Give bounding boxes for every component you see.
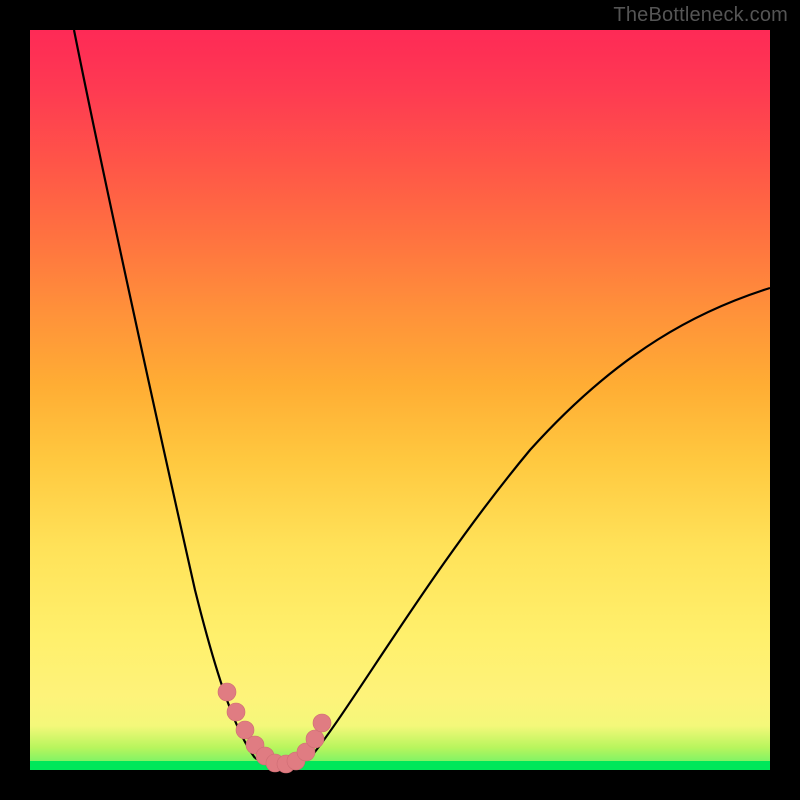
dot (313, 714, 331, 732)
dot (218, 683, 236, 701)
curve-left-branch (74, 30, 255, 758)
dot (227, 703, 245, 721)
curve-right-branch (310, 288, 770, 758)
plot-area (30, 30, 770, 770)
watermark-text: TheBottleneck.com (613, 4, 788, 27)
dot (306, 730, 324, 748)
chart-frame: TheBottleneck.com (0, 0, 800, 800)
bottleneck-curve (74, 30, 770, 764)
curve-layer (30, 30, 770, 770)
dot (236, 721, 254, 739)
highlight-dots (218, 683, 331, 773)
